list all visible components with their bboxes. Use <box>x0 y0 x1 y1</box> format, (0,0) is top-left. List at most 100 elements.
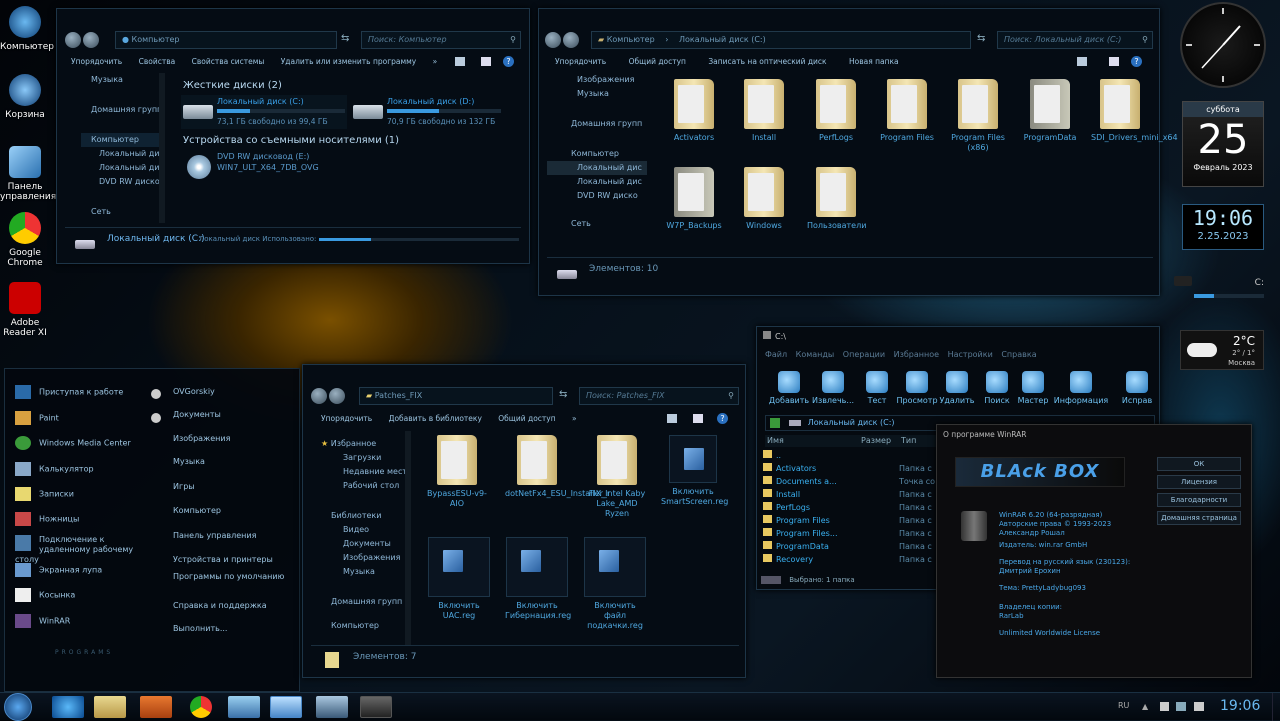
reg-uac[interactable]: Включить UAC.reg <box>427 537 491 621</box>
view-toggle-icon[interactable] <box>1077 57 1087 66</box>
calendar-gadget[interactable]: суббота 25 Февраль 2023 <box>1182 101 1264 187</box>
list-item[interactable]: ProgramData Папка с <box>763 540 963 554</box>
help-icon[interactable]: ? <box>1131 56 1142 67</box>
flag-icon[interactable] <box>1160 702 1169 711</box>
reg-smartscreen[interactable]: Включить SmartScreen.reg <box>661 435 728 507</box>
toolbar-system-properties[interactable]: Свойства системы <box>192 57 265 66</box>
menu-commands[interactable]: Команды <box>796 350 835 359</box>
taskbar-control-panel-icon[interactable] <box>270 696 302 718</box>
folder-perflogs[interactable]: PerfLogs <box>807 79 865 143</box>
sidebar-item-video[interactable]: Видео <box>321 523 405 537</box>
tool-extract[interactable]: Извлечь... <box>811 371 855 405</box>
sidebar-item-homegroup[interactable]: Домашняя групп <box>547 117 647 131</box>
toolbar-more[interactable]: » <box>572 414 577 423</box>
analog-clock-gadget[interactable] <box>1180 2 1266 88</box>
patches-window[interactable]: ▰ Patches_FIX ⇆ Поиск: Patches_FIX ⚲ Упор… <box>302 364 746 678</box>
toolbar-burn[interactable]: Записать на оптический диск <box>708 57 826 66</box>
desktop-icon-recycle-bin[interactable]: Корзина <box>0 74 50 120</box>
toolbar-uninstall[interactable]: Удалить или изменить программу <box>281 57 417 66</box>
menu-favorites[interactable]: Избранное <box>894 350 939 359</box>
start-item-paint[interactable]: Paint <box>15 411 59 425</box>
up-arrow-icon[interactable] <box>770 418 780 428</box>
start-item-remote-desktop[interactable]: Подключение к удаленному рабочему столу <box>15 535 151 564</box>
folder-bypassesu[interactable]: BypassESU-v9-AIO <box>425 435 489 509</box>
sidebar-item-network[interactable]: Сеть <box>81 205 161 219</box>
drive-d[interactable]: Локальный диск (D:) 70,9 ГБ свободно из … <box>351 95 517 129</box>
tool-repair[interactable]: Исправ <box>1115 371 1159 405</box>
view-toggle-icon[interactable] <box>455 57 465 66</box>
sidebar-item-homegroup[interactable]: Домашняя групп <box>81 103 161 117</box>
tool-test[interactable]: Тест <box>855 371 899 405</box>
folder-windows[interactable]: Windows <box>735 167 793 231</box>
start-item-help[interactable]: Справка и поддержка <box>173 599 267 613</box>
list-item[interactable]: Recovery Папка с <box>763 553 963 567</box>
network-icon[interactable] <box>1176 702 1186 711</box>
sidebar-item-dvd[interactable]: DVD RW диско <box>547 189 647 203</box>
col-size[interactable]: Размер <box>861 435 891 447</box>
search-input[interactable]: Поиск: Локальный диск (C:) ⚲ <box>997 31 1153 49</box>
start-item-winrar[interactable]: WinRAR <box>15 614 70 628</box>
start-button[interactable] <box>4 693 32 721</box>
col-name[interactable]: Имя <box>767 435 784 447</box>
preview-pane-icon[interactable] <box>1109 57 1119 66</box>
start-item-snipping[interactable]: Ножницы <box>15 512 79 526</box>
start-item-media-center[interactable]: Windows Media Center <box>15 436 131 450</box>
taskbar-picture-icon[interactable] <box>228 696 260 718</box>
sidebar-item-disk-d[interactable]: Локальный диск <box>81 161 161 175</box>
preview-pane-icon[interactable] <box>481 57 491 66</box>
sidebar-item-dvd[interactable]: DVD RW диско <box>81 175 161 189</box>
sidebar-item-music[interactable]: Музыка <box>547 87 647 101</box>
toolbar-add-library[interactable]: Добавить в библиотеку <box>389 414 482 423</box>
start-item-music[interactable]: Музыка <box>173 455 205 469</box>
taskbar-chrome-icon[interactable] <box>190 696 212 718</box>
ok-button[interactable]: ОК <box>1157 457 1241 471</box>
taskbar-ie-icon[interactable] <box>52 696 84 718</box>
sidebar-scrollbar[interactable] <box>159 73 165 223</box>
tool-add[interactable]: Добавить <box>767 371 811 405</box>
start-item-control-panel[interactable]: Панель управления <box>173 529 256 543</box>
forward-button[interactable] <box>563 32 579 48</box>
folder-sdi-drivers[interactable]: SDI_Drivers_mini_x64 <box>1091 79 1178 143</box>
start-item-documents[interactable]: Документы <box>173 408 221 422</box>
taskbar-winrar-icon[interactable] <box>360 696 392 718</box>
start-item-solitaire[interactable]: Косынка <box>15 588 75 602</box>
sidebar-item-downloads[interactable]: Загрузки <box>321 451 405 465</box>
sidebar-item-disk-c[interactable]: Локальный диск <box>81 147 161 161</box>
folder-install[interactable]: Install <box>735 79 793 143</box>
reg-pagefile[interactable]: Включить файл подкачки.reg <box>583 537 647 631</box>
tool-delete[interactable]: Удалить <box>935 371 979 405</box>
taskbar-clock[interactable]: 19:06 <box>1220 698 1260 714</box>
folder-activators[interactable]: Activators <box>665 79 723 143</box>
toolbar-new-folder[interactable]: Новая папка <box>849 57 899 66</box>
disk-c-window[interactable]: ▰ Компьютер › Локальный диск (C:) ⇆ Поис… <box>538 8 1178 296</box>
refresh-icon[interactable]: ⇆ <box>559 389 567 400</box>
forward-button[interactable] <box>83 32 99 48</box>
start-item-magnifier[interactable]: Экранная лупа <box>15 563 102 577</box>
sidebar-item-computer[interactable]: Компьютер <box>81 133 161 147</box>
sidebar-item-pictures[interactable]: Изображения <box>547 73 647 87</box>
folder-fix-intel[interactable]: FIX_Intel Kaby Lake_AMD Ryzen <box>585 435 649 519</box>
start-item-games[interactable]: Игры <box>173 480 195 494</box>
help-icon[interactable]: ? <box>503 56 514 67</box>
taskbar-media-player-icon[interactable] <box>140 696 172 718</box>
desktop-icon-control-panel[interactable]: Панель управления <box>0 146 56 202</box>
taskbar-computer-icon[interactable] <box>316 696 348 718</box>
sidebar-item-libraries[interactable]: Библиотеки <box>321 509 405 523</box>
menu-help[interactable]: Справка <box>1001 350 1036 359</box>
toolbar-properties[interactable]: Свойства <box>139 57 176 66</box>
tool-wizard[interactable]: Мастер <box>1011 371 1055 405</box>
folder-dotnetfx4[interactable]: dotNetFx4_ESU_Installer_r <box>505 435 610 499</box>
tool-view[interactable]: Просмотр <box>895 371 939 405</box>
sidebar-item-music[interactable]: Музыка <box>81 73 161 87</box>
toolbar-organize[interactable]: Упорядочить <box>71 57 122 66</box>
breadcrumb-disk-c[interactable]: Локальный диск (C:) <box>679 35 766 44</box>
view-toggle-icon[interactable] <box>667 414 677 423</box>
toolbar-organize[interactable]: Упорядочить <box>321 414 372 423</box>
language-indicator[interactable]: RU <box>1118 701 1129 710</box>
sidebar-item-desktop[interactable]: Рабочий стол <box>321 479 405 493</box>
folder-programdata[interactable]: ProgramData <box>1021 79 1079 143</box>
sidebar-scrollbar[interactable] <box>405 431 411 645</box>
list-item[interactable]: .. <box>763 449 963 463</box>
start-item-default-programs[interactable]: Программы по умолчанию <box>173 570 284 584</box>
desktop-icon-adobe-reader[interactable]: Adobe Reader XI <box>0 282 50 338</box>
